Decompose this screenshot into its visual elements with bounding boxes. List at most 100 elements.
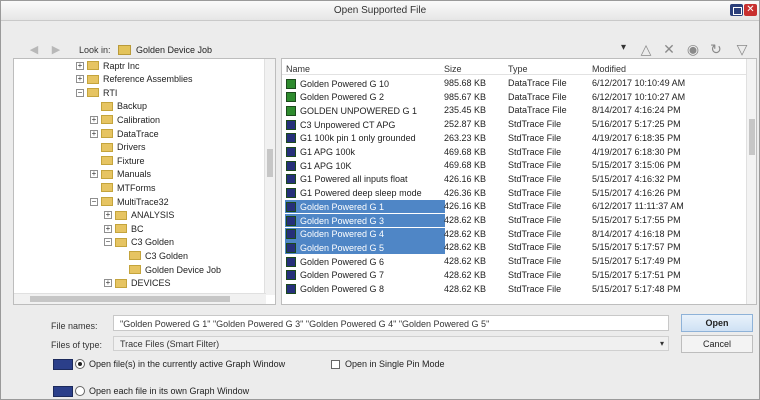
file-name-cell[interactable]: Golden Powered G 2 xyxy=(285,91,445,104)
file-name-cell[interactable]: Golden Powered G 8 xyxy=(285,283,445,296)
file-list[interactable]: Name Size Type Modified Golden Powered G… xyxy=(281,58,757,305)
tree-item[interactable]: − MultiTrace32 xyxy=(90,195,169,208)
file-name-cell[interactable]: G1 100k pin 1 only grounded xyxy=(285,132,445,145)
file-name-cell[interactable]: G1 Powered deep sleep mode xyxy=(285,187,445,200)
file-row[interactable]: GOLDEN UNPOWERED G 1 235.45 KB DataTrace F… xyxy=(282,104,747,117)
file-name-cell[interactable]: Golden Powered G 6 xyxy=(285,255,445,268)
file-row[interactable]: Golden Powered G 4 428.62 KB StdTrace File… xyxy=(282,227,747,241)
expand-icon[interactable]: + xyxy=(90,170,98,179)
file-name-cell[interactable]: Golden Powered G 5 xyxy=(285,241,445,255)
cancel-button[interactable]: Cancel xyxy=(681,335,753,353)
scrollbar-thumb[interactable] xyxy=(267,149,273,177)
file-name-cell[interactable]: Golden Powered G 10 xyxy=(285,77,445,90)
file-row[interactable]: G1 Powered deep sleep mode 426.36 KB StdTr… xyxy=(282,187,747,200)
file-name-cell[interactable]: G1 APG 100k xyxy=(285,146,445,159)
tree-item[interactable]: Drivers xyxy=(90,141,146,154)
restore-window-button[interactable] xyxy=(730,4,743,16)
tree-item[interactable]: + Calibration xyxy=(90,113,160,126)
file-name: Golden Powered G 10 xyxy=(300,78,390,89)
file-row[interactable]: G1 Powered all inputs float 426.16 KB StdT… xyxy=(282,173,747,186)
file-name-cell[interactable]: G1 APG 10K xyxy=(285,159,445,172)
file-row[interactable]: Golden Powered G 1 426.16 KB StdTrace File… xyxy=(282,200,747,214)
expand-icon[interactable]: + xyxy=(90,115,98,124)
triangle-up-icon[interactable]: △ xyxy=(638,41,654,57)
refresh-icon[interactable]: ↻ xyxy=(708,41,724,57)
file-size: 428.62 KB xyxy=(444,215,487,225)
tree-item[interactable]: − C3 Golden xyxy=(104,236,174,249)
tree-item[interactable]: + Raptr Inc xyxy=(76,59,140,72)
file-name-cell[interactable]: G1 Powered all inputs float xyxy=(285,173,445,186)
file-row[interactable]: Golden Powered G 2 985.67 KB DataTrace Fil… xyxy=(282,91,747,104)
radio-own-graph[interactable] xyxy=(75,386,85,396)
expand-icon[interactable]: + xyxy=(90,129,98,138)
file-row[interactable]: Golden Powered G 5 428.62 KB StdTrace File… xyxy=(282,241,747,255)
file-name-cell[interactable]: Golden Powered G 7 xyxy=(285,269,445,282)
tree-item[interactable]: − RTI xyxy=(76,86,117,99)
file-names-input[interactable]: "Golden Powered G 1" "Golden Powered G 3… xyxy=(113,315,669,331)
tree-item[interactable]: + DEVICES xyxy=(104,277,171,290)
column-header-size[interactable]: Size xyxy=(444,64,462,74)
scrollbar-thumb[interactable] xyxy=(30,296,230,302)
collapse-icon[interactable]: − xyxy=(76,88,84,97)
radio-active-graph[interactable] xyxy=(75,359,85,369)
checkbox-single-pin[interactable] xyxy=(331,359,340,369)
file-name-cell[interactable]: Golden Powered G 4 xyxy=(285,227,445,241)
file-name-cell[interactable]: C3 Unpowered CT APG xyxy=(285,118,445,131)
tree-item[interactable]: + DataTrace xyxy=(90,127,159,140)
open-button[interactable]: Open xyxy=(681,314,753,332)
scrollbar-thumb[interactable] xyxy=(749,119,755,155)
tree-item[interactable]: Golden Device Job xyxy=(118,263,221,276)
file-name-cell[interactable]: Golden Powered G 3 xyxy=(285,214,445,227)
tree-item-label: Reference Assemblies xyxy=(103,74,193,85)
file-row[interactable]: Golden Powered G 6 428.62 KB StdTrace File… xyxy=(282,255,747,268)
arrow-right-icon[interactable]: ▶ xyxy=(49,43,63,57)
file-row[interactable]: Golden Powered G 8 428.62 KB StdTrace File… xyxy=(282,283,747,296)
expand-icon[interactable]: + xyxy=(104,224,112,233)
x-icon[interactable]: ✕ xyxy=(661,41,677,57)
file-name-cell[interactable]: GOLDEN UNPOWERED G 1 xyxy=(285,104,445,117)
folder-tree[interactable]: + Raptr Inc + Reference Assemblies − RTI Backu… xyxy=(13,58,276,305)
tree-item[interactable]: Fixture xyxy=(90,154,145,167)
tree-item[interactable]: + Manuals xyxy=(90,168,151,181)
tree-item[interactable]: Backup xyxy=(90,100,147,113)
file-row[interactable]: G1 APG 100k 469.68 KB StdTrace File 4/19/20… xyxy=(282,146,747,159)
option-single-pin[interactable]: Open in Single Pin Mode xyxy=(331,357,445,371)
tree-item[interactable]: C3 Golden xyxy=(118,249,188,262)
look-in-select[interactable]: Golden Device Job xyxy=(136,45,212,55)
file-vertical-scrollbar[interactable] xyxy=(746,59,756,304)
title-bar[interactable]: Open Supported File ✕ xyxy=(1,1,759,21)
tree-horizontal-scrollbar[interactable] xyxy=(14,293,266,304)
tree-item[interactable]: + ANALYSIS xyxy=(104,209,174,222)
close-window-button[interactable]: ✕ xyxy=(744,4,757,16)
arrow-left-icon[interactable]: ◀ xyxy=(27,43,41,57)
collapse-icon[interactable]: − xyxy=(104,238,112,247)
file-row[interactable]: Golden Powered G 7 428.62 KB StdTrace File… xyxy=(282,269,747,282)
tree-item[interactable]: + Reference Assemblies xyxy=(76,73,193,86)
tree-vertical-scrollbar[interactable] xyxy=(264,59,275,295)
file-row[interactable]: G1 100k pin 1 only grounded 263.23 KB StdT… xyxy=(282,132,747,145)
option-own-graph[interactable]: Open each file in its own Graph Window xyxy=(53,384,249,398)
tree-item[interactable]: + BC xyxy=(104,222,144,235)
file-row[interactable]: C3 Unpowered CT APG 252.87 KB StdTrace Fil… xyxy=(282,118,747,131)
file-row[interactable]: Golden Powered G 10 985.68 KB DataTrace Fi… xyxy=(282,77,747,90)
chevron-down-icon[interactable]: ▾ xyxy=(621,42,626,53)
circle-view-icon[interactable]: ◉ xyxy=(685,41,701,57)
option-active-graph[interactable]: Open file(s) in the currently active Gra… xyxy=(53,357,285,371)
funnel-icon[interactable]: ▽ xyxy=(734,41,750,57)
expand-icon[interactable]: + xyxy=(76,75,84,84)
file-row[interactable]: Golden Powered G 3 428.62 KB StdTrace File… xyxy=(282,214,747,227)
column-header-type[interactable]: Type xyxy=(508,64,528,74)
collapse-icon[interactable]: − xyxy=(90,197,98,206)
file-name-cell[interactable]: Golden Powered G 1 xyxy=(285,200,445,214)
column-header-modified[interactable]: Modified xyxy=(592,64,626,74)
column-header-name[interactable]: Name xyxy=(286,64,310,74)
expand-icon[interactable]: + xyxy=(104,279,112,288)
file-type-value: Trace Files (Smart Filter) xyxy=(120,339,220,349)
expand-icon[interactable]: + xyxy=(76,61,84,70)
chevron-down-icon[interactable]: ▾ xyxy=(660,339,664,348)
file-row[interactable]: G1 APG 10K 469.68 KB StdTrace File 5/15/201… xyxy=(282,159,747,172)
file-type-select[interactable]: Trace Files (Smart Filter) ▾ xyxy=(113,336,669,351)
tree-item[interactable]: MTForms xyxy=(90,181,156,194)
expand-icon[interactable]: + xyxy=(104,211,112,220)
trace-file-icon xyxy=(286,229,296,240)
